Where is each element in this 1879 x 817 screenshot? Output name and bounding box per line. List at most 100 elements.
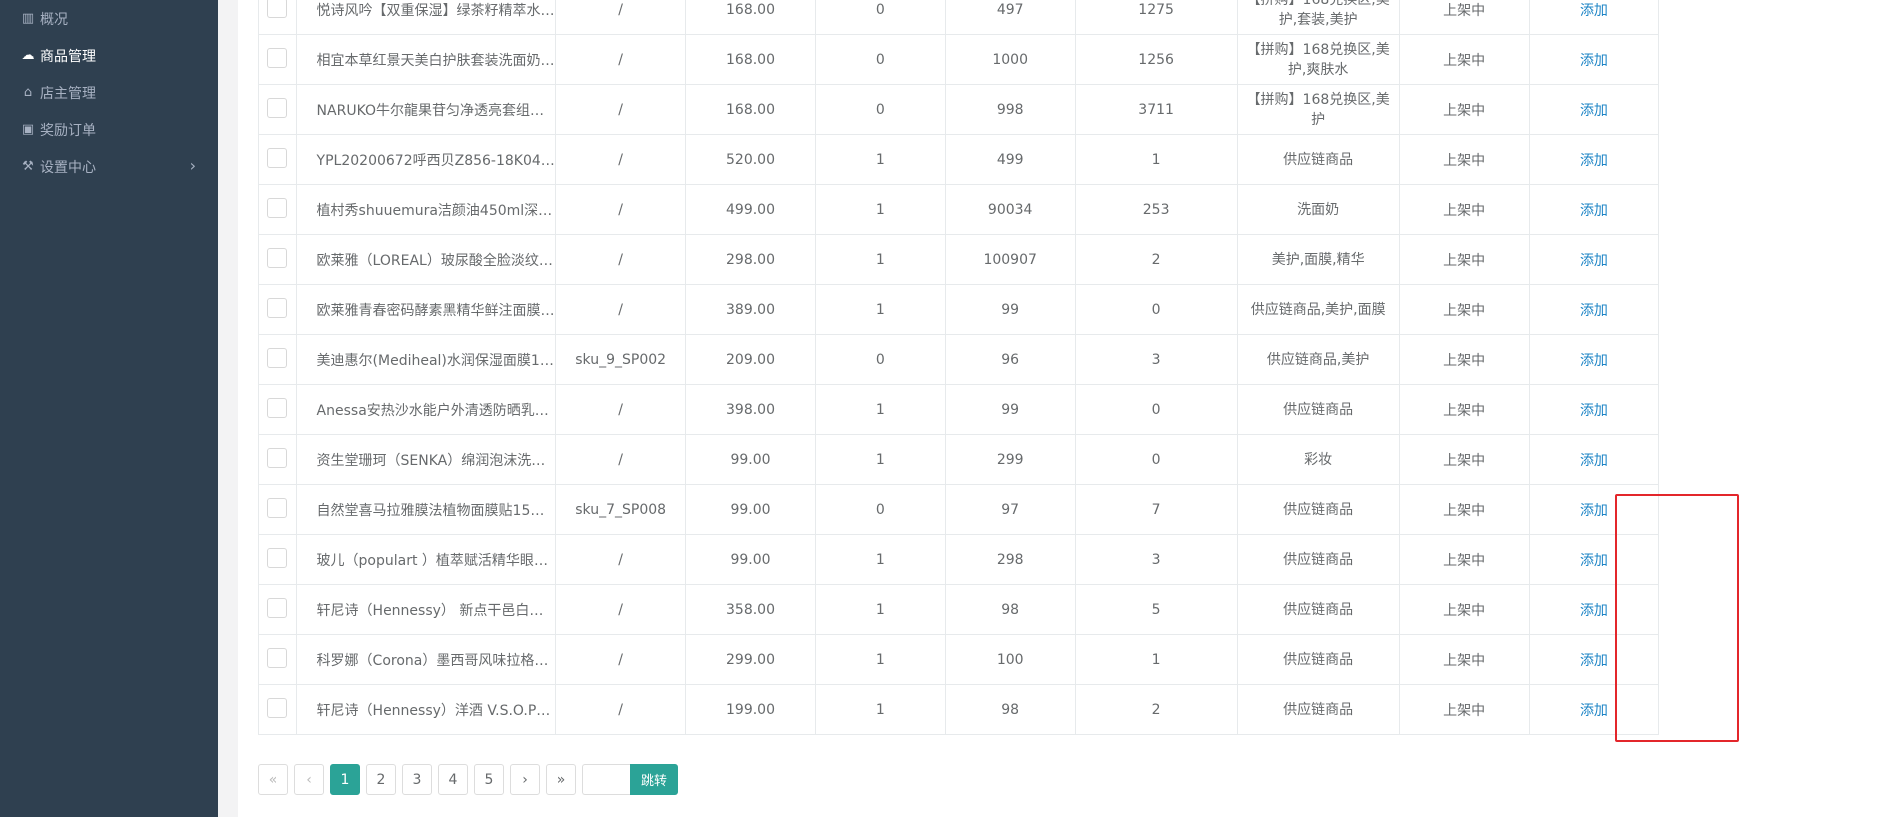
cloud-icon: ☁ (21, 48, 35, 63)
add-button[interactable]: 添加 (1580, 253, 1608, 269)
table-row: 相宜本草红景天美白护肤套装洗面奶… / 168.00 0 1000 1256 【拼购】168… (258, 34, 1859, 85)
table-row: 悦诗风吟【双重保湿】绿茶籽精萃水… / 168.00 0 497 1275 【拼购】168兑… (258, 0, 1859, 35)
jump-button[interactable]: 跳转 (630, 764, 679, 795)
sales-text: 2 (1151, 251, 1161, 268)
cell-name: 欧莱雅青春密码酵素黑精华鲜注面膜… (295, 284, 557, 335)
cell-label: 供应链商品,美护,面膜 (1236, 284, 1400, 335)
sidebar-item-0[interactable]: ▥ 概况 (0, 0, 218, 37)
row-checkbox[interactable] (267, 697, 288, 718)
add-button[interactable]: 添加 (1580, 303, 1608, 319)
sidebar-item-3[interactable]: ▣ 奖励订单 (0, 111, 218, 148)
cell-sku: / (555, 434, 687, 485)
cell-sku: / (555, 134, 687, 185)
stock-text: 97 (1001, 501, 1020, 518)
row-checkbox[interactable] (267, 547, 288, 568)
cell-status: 上架中 (1398, 34, 1530, 85)
sku-text: / (618, 401, 624, 418)
cell-name: 轩尼诗（Hennessy） 新点干邑白兰地… (295, 584, 557, 635)
status-text: 上架中 (1443, 502, 1486, 519)
cell-sales: 0 (1074, 284, 1238, 335)
row-checkbox[interactable] (267, 597, 288, 618)
select-cell (258, 684, 297, 735)
stock-text: 497 (996, 1, 1024, 18)
cell-price: 199.00 (685, 684, 816, 735)
next-page-button[interactable]: › (510, 764, 540, 795)
cell-label: 洗面奶 (1236, 184, 1400, 235)
add-button[interactable]: 添加 (1580, 153, 1608, 169)
add-button[interactable]: 添加 (1580, 503, 1608, 519)
row-checkbox[interactable] (267, 197, 288, 218)
cell-stock: 90034 (944, 184, 1076, 235)
name-text: NARUKO牛尔龍果苷匀净透亮套组礼… (316, 102, 556, 119)
cell-label: 供应链商品 (1236, 534, 1400, 585)
first-page-button[interactable]: « (258, 764, 288, 795)
cell-price: 298.00 (685, 234, 816, 285)
cell-action: 添加 (1528, 0, 1660, 35)
flag-text: 0 (875, 101, 885, 118)
add-button[interactable]: 添加 (1580, 403, 1608, 419)
cell-price: 358.00 (685, 584, 816, 635)
row-checkbox[interactable] (267, 647, 288, 668)
select-cell (258, 584, 297, 635)
add-button[interactable]: 添加 (1580, 603, 1608, 619)
sales-text: 2 (1151, 701, 1161, 718)
add-button[interactable]: 添加 (1580, 653, 1608, 669)
sidebar-item-4[interactable]: ⚒ 设置中心 › (0, 148, 218, 185)
cell-stock: 96 (944, 334, 1076, 385)
cell-action: 添加 (1528, 334, 1660, 385)
sales-text: 1 (1151, 151, 1161, 168)
sidebar-item-2[interactable]: ⌂ 店主管理 (0, 74, 218, 111)
row-checkbox[interactable] (267, 297, 288, 318)
row-checkbox[interactable] (267, 447, 288, 468)
row-checkbox[interactable] (267, 147, 288, 168)
flag-text: 1 (875, 651, 885, 668)
row-checkbox[interactable] (267, 0, 288, 18)
page-2-button[interactable]: 2 (366, 764, 396, 795)
sidebar-item-1[interactable]: ☁ 商品管理 (0, 37, 218, 74)
cell-label: 【拼购】168兑换区,美护 (1236, 84, 1400, 135)
row-checkbox[interactable] (267, 397, 288, 418)
row-checkbox[interactable] (267, 97, 288, 118)
cell-status: 上架中 (1398, 184, 1530, 235)
cell-sales: 5 (1074, 584, 1238, 635)
page-3-button[interactable]: 3 (402, 764, 432, 795)
label-text: 【拼购】168兑换区,美护,爽肤水 (1246, 41, 1390, 78)
name-text: 悦诗风吟【双重保湿】绿茶籽精萃水… (316, 2, 555, 19)
last-page-button[interactable]: » (546, 764, 576, 795)
stock-text: 90034 (987, 201, 1033, 218)
page-4-button[interactable]: 4 (438, 764, 468, 795)
cell-status: 上架中 (1398, 334, 1530, 385)
row-checkbox[interactable] (267, 347, 288, 368)
add-button[interactable]: 添加 (1580, 453, 1608, 469)
add-button[interactable]: 添加 (1580, 3, 1608, 19)
cell-flag: 0 (814, 0, 946, 35)
cell-sku: / (555, 184, 687, 235)
cell-sales: 1 (1074, 134, 1238, 185)
sidebar: ▥ 概况 ☁ 商品管理 ⌂ 店主管理 ▣ 奖励订单 ⚒ 设置中心 › (0, 0, 218, 817)
cell-name: 科罗娜（Corona）墨西哥风味拉格啤… (295, 634, 557, 685)
page-jump-input[interactable] (582, 764, 630, 795)
price-text: 168.00 (726, 101, 775, 118)
select-cell (258, 384, 297, 435)
page-5-button[interactable]: 5 (474, 764, 504, 795)
status-text: 上架中 (1443, 602, 1486, 619)
stock-text: 998 (996, 101, 1024, 118)
row-checkbox[interactable] (267, 497, 288, 518)
row-checkbox[interactable] (267, 47, 288, 68)
add-button[interactable]: 添加 (1580, 553, 1608, 569)
add-button[interactable]: 添加 (1580, 703, 1608, 719)
add-button[interactable]: 添加 (1580, 103, 1608, 119)
prev-page-button[interactable]: ‹ (294, 764, 324, 795)
cell-sales: 1275 (1074, 0, 1238, 35)
add-button[interactable]: 添加 (1580, 53, 1608, 69)
status-text: 上架中 (1443, 702, 1486, 719)
sales-text: 3 (1151, 351, 1161, 368)
price-text: 99.00 (730, 551, 771, 568)
cell-flag: 1 (814, 434, 946, 485)
add-button[interactable]: 添加 (1580, 353, 1608, 369)
page-1-button[interactable]: 1 (330, 764, 360, 795)
row-checkbox[interactable] (267, 247, 288, 268)
add-button[interactable]: 添加 (1580, 203, 1608, 219)
cell-sku: sku_9_SP002 (555, 334, 687, 385)
flag-text: 1 (875, 701, 885, 718)
